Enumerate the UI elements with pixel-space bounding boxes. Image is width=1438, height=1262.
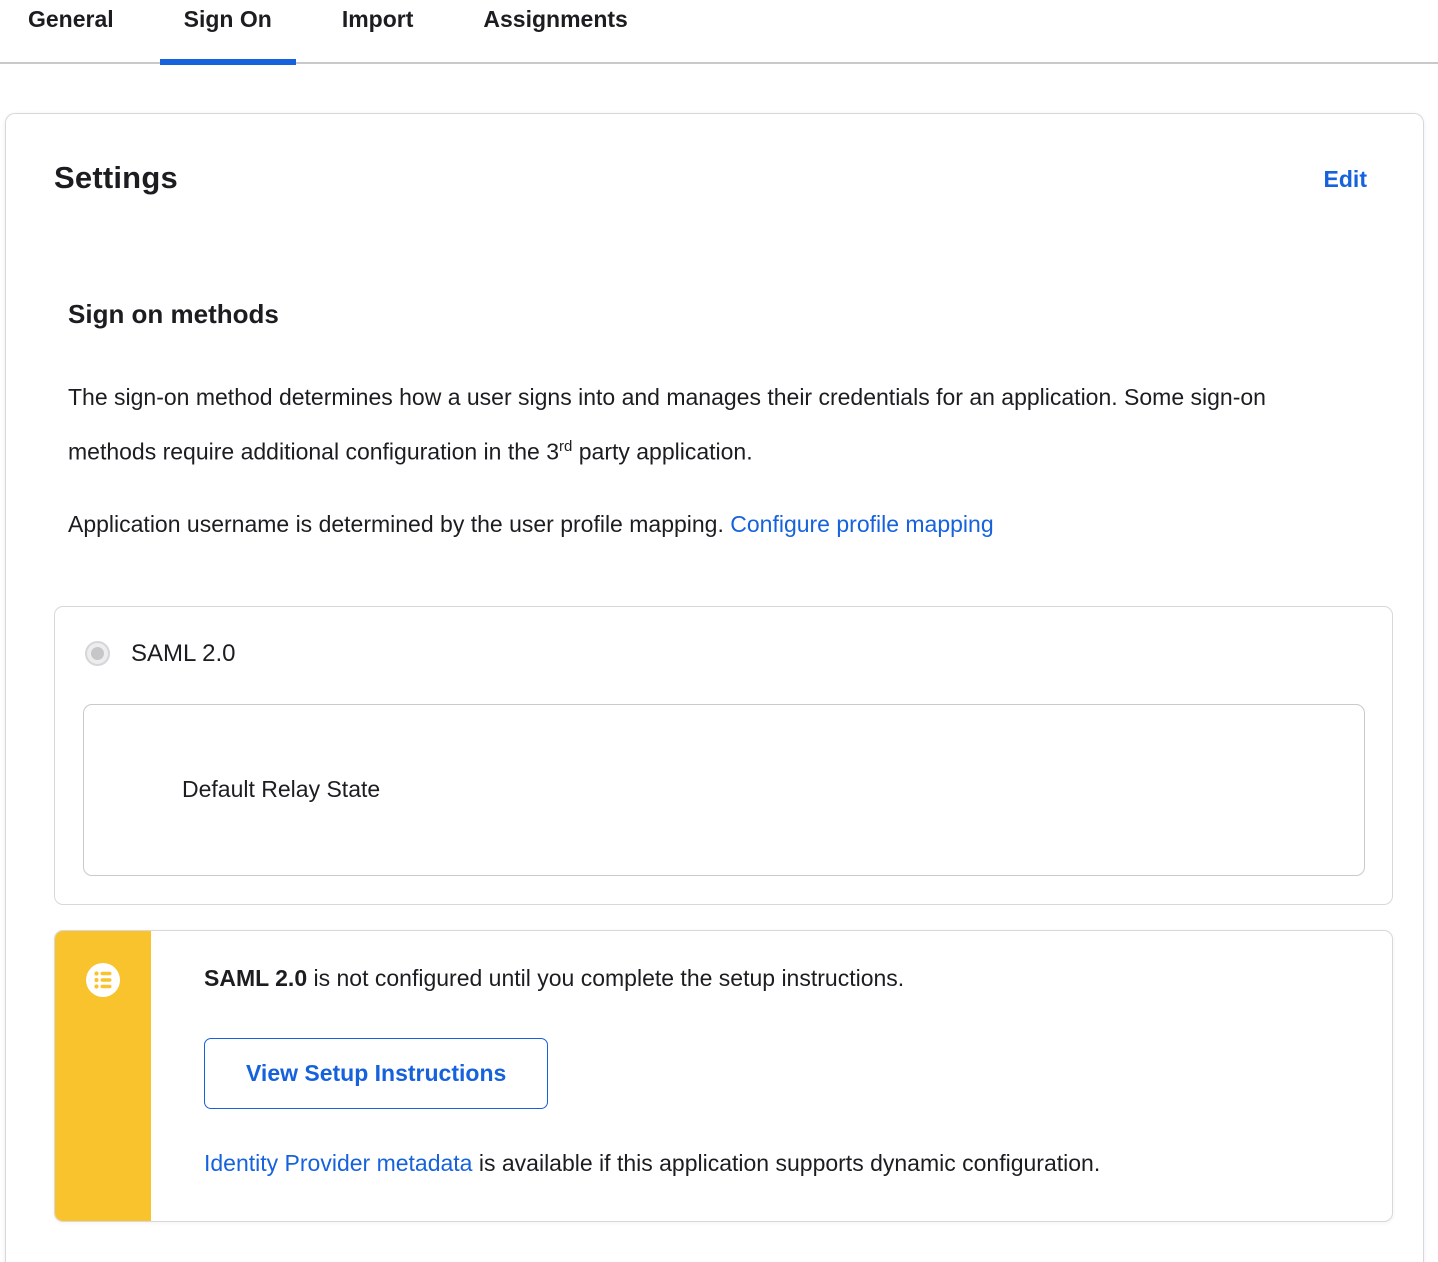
settings-card: Settings Edit Sign on methods The sign-o… — [5, 113, 1424, 1262]
metadata-line: Identity Provider metadata is available … — [204, 1150, 1352, 1177]
saml-radio-row: SAML 2.0 — [83, 640, 1365, 668]
callout-method-name: SAML 2.0 — [204, 964, 308, 991]
list-icon — [86, 962, 120, 997]
tab-import[interactable]: Import — [318, 0, 438, 63]
callout-yellow-stripe — [55, 930, 151, 1221]
default-relay-state-box: Default Relay State — [83, 703, 1365, 876]
description-superscript: rd — [559, 438, 573, 455]
tab-sign-on[interactable]: Sign On — [159, 0, 297, 65]
description-text-2: party application. — [572, 438, 753, 465]
page-title: Settings — [54, 160, 178, 195]
sign-on-methods-heading: Sign on methods — [68, 299, 279, 329]
username-note-text: Application username is determined by th… — [68, 510, 731, 537]
metadata-message-text: is available if this application support… — [472, 1149, 1101, 1176]
saml-setup-callout: SAML 2.0 is not configured until you com… — [54, 929, 1393, 1222]
tab-general[interactable]: General — [4, 0, 138, 63]
configure-profile-mapping-link[interactable]: Configure profile mapping — [730, 511, 993, 537]
sign-on-methods-description: The sign-on method determines how a user… — [68, 373, 1308, 477]
callout-message-text: is not configured until you complete the… — [307, 964, 905, 991]
radio-dot-icon — [91, 647, 104, 661]
settings-card-header: Settings Edit — [54, 160, 1389, 196]
edit-link[interactable]: Edit — [1324, 166, 1367, 193]
callout-body: SAML 2.0 is not configured until you com… — [151, 931, 1392, 1221]
view-setup-instructions-button[interactable]: View Setup Instructions — [204, 1037, 549, 1109]
app-tab-bar: General Sign On Import Assignments — [0, 0, 1438, 65]
saml-option-box: SAML 2.0 Default Relay State — [54, 605, 1393, 905]
identity-provider-metadata-link[interactable]: Identity Provider metadata — [204, 1150, 472, 1176]
tab-assignments[interactable]: Assignments — [459, 0, 651, 63]
username-note: Application username is determined by th… — [68, 500, 1308, 549]
callout-message: SAML 2.0 is not configured until you com… — [204, 963, 1352, 994]
saml-radio-label[interactable]: SAML 2.0 — [131, 640, 236, 668]
default-relay-state-label: Default Relay State — [182, 776, 381, 803]
saml-radio-button[interactable] — [85, 641, 110, 667]
